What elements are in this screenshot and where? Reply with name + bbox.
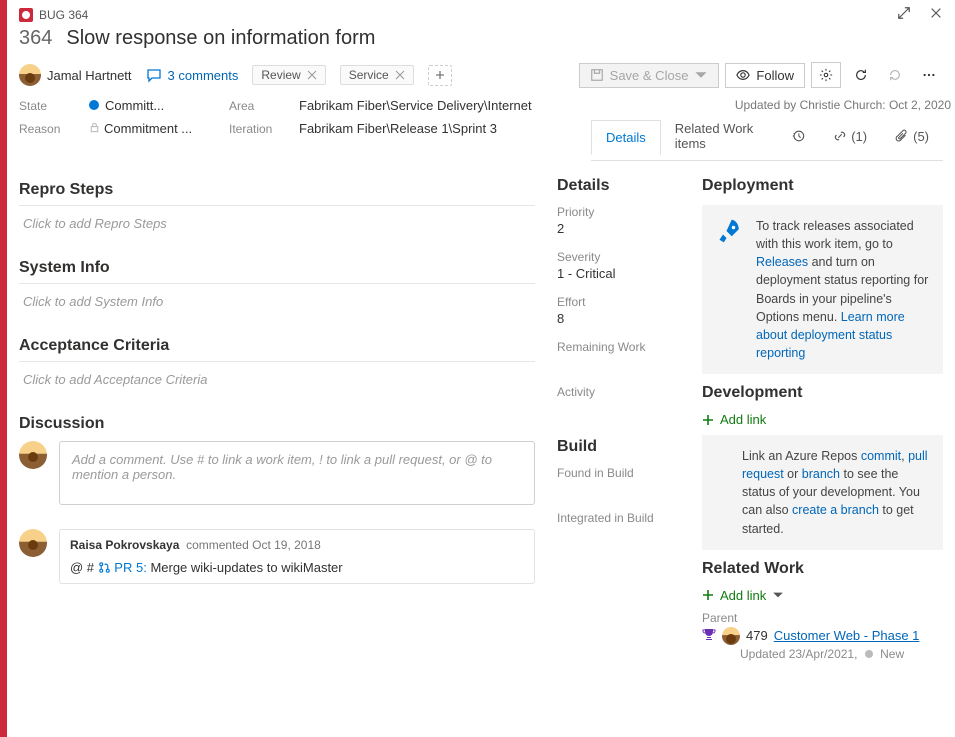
- comment-body: @ # PR 5: Merge wiki-updates to wikiMast…: [70, 560, 524, 575]
- add-related-link[interactable]: Add link: [702, 588, 943, 603]
- repro-heading: Repro Steps: [19, 181, 535, 199]
- found-build-label: Found in Build: [557, 466, 698, 480]
- priority-value[interactable]: 2: [557, 219, 698, 240]
- development-hint: Link an Azure Repos commit, pull request…: [702, 435, 943, 550]
- comment-author: Raisa Pokrovskaya: [70, 538, 179, 552]
- work-item-title[interactable]: Slow response on information form: [66, 27, 375, 50]
- bug-icon: [19, 8, 33, 22]
- tag-service[interactable]: Service: [340, 65, 414, 85]
- effort-value[interactable]: 8: [557, 309, 698, 330]
- effort-label: Effort: [557, 295, 698, 309]
- state-dot-icon: [865, 650, 873, 658]
- sysinfo-heading: System Info: [19, 259, 535, 277]
- area-label: Area: [229, 99, 289, 113]
- details-heading: Details: [557, 177, 698, 195]
- trophy-icon: [702, 627, 716, 644]
- refresh-button[interactable]: [847, 63, 875, 87]
- close-icon[interactable]: [929, 6, 943, 23]
- save-close-button[interactable]: Save & Close: [579, 63, 720, 88]
- undo-button[interactable]: [881, 63, 909, 87]
- parent-state: New: [880, 647, 904, 661]
- tab-details[interactable]: Details: [591, 120, 661, 155]
- pr-chip[interactable]: PR 5:: [98, 560, 151, 575]
- avatar: [19, 529, 47, 557]
- remaining-label: Remaining Work: [557, 340, 698, 354]
- branch-link[interactable]: branch: [802, 467, 840, 481]
- activity-label: Activity: [557, 385, 698, 399]
- more-actions-button[interactable]: [915, 63, 943, 87]
- discussion-heading: Discussion: [19, 415, 535, 433]
- integrated-build-label: Integrated in Build: [557, 511, 698, 525]
- iteration-label: Iteration: [229, 122, 289, 136]
- state-value[interactable]: Committ...: [89, 98, 219, 113]
- severity-value[interactable]: 1 - Critical: [557, 264, 698, 285]
- parent-id: 479: [746, 628, 768, 643]
- tab-history[interactable]: [777, 120, 819, 153]
- related-work-heading: Related Work: [702, 560, 943, 578]
- parent-updated: Updated 23/Apr/2021,: [740, 647, 857, 661]
- deployment-heading: Deployment: [702, 177, 943, 195]
- commit-link[interactable]: commit: [861, 449, 901, 463]
- bug-label: BUG 364: [39, 8, 88, 22]
- create-branch-link[interactable]: create a branch: [792, 503, 879, 517]
- area-value[interactable]: Fabrikam Fiber\Service Delivery\Internet: [299, 98, 579, 113]
- parent-link[interactable]: Customer Web - Phase 1: [774, 628, 920, 643]
- priority-label: Priority: [557, 205, 698, 219]
- state-dot-icon: [89, 100, 99, 110]
- tag-review[interactable]: Review: [252, 65, 325, 85]
- open-full-icon[interactable]: [897, 6, 911, 23]
- state-label: State: [19, 99, 79, 113]
- tab-related[interactable]: Related Work items: [661, 112, 777, 160]
- tab-attachments[interactable]: (5): [881, 120, 943, 153]
- comment-date: commented Oct 19, 2018: [186, 538, 321, 552]
- iteration-value[interactable]: Fabrikam Fiber\Release 1\Sprint 3: [299, 121, 579, 136]
- severity-label: Severity: [557, 250, 698, 264]
- work-item-id: 364: [19, 27, 52, 50]
- acceptance-heading: Acceptance Criteria: [19, 337, 535, 355]
- chevron-down-icon: [772, 589, 784, 601]
- follow-button[interactable]: Follow: [725, 63, 805, 88]
- comment-input[interactable]: Add a comment. Use # to link a work item…: [59, 441, 535, 505]
- reason-value[interactable]: Commitment ...: [89, 121, 219, 136]
- avatar: [19, 64, 41, 86]
- comment-card: Raisa Pokrovskaya commented Oct 19, 2018…: [59, 529, 535, 584]
- acceptance-placeholder[interactable]: Click to add Acceptance Criteria: [19, 368, 535, 401]
- parent-label: Parent: [702, 611, 943, 625]
- rocket-icon: [716, 217, 744, 245]
- assignee[interactable]: Jamal Hartnett: [19, 64, 132, 86]
- sysinfo-placeholder[interactable]: Click to add System Info: [19, 290, 535, 323]
- add-dev-link[interactable]: Add link: [702, 412, 943, 427]
- avatar: [722, 627, 740, 645]
- add-tag-button[interactable]: [428, 65, 452, 86]
- avatar: [19, 441, 47, 469]
- repro-placeholder[interactable]: Click to add Repro Steps: [19, 212, 535, 245]
- updated-text: Updated by Christie Church: Oct 2, 2020: [591, 98, 955, 112]
- lock-icon: [89, 122, 100, 133]
- tab-links[interactable]: (1): [819, 120, 881, 153]
- build-heading: Build: [557, 438, 698, 456]
- reason-label: Reason: [19, 122, 79, 136]
- deployment-hint: To track releases associated with this w…: [702, 205, 943, 374]
- releases-link[interactable]: Releases: [756, 255, 808, 269]
- settings-button[interactable]: [811, 62, 841, 88]
- comments-link[interactable]: 3 comments: [146, 67, 239, 83]
- development-heading: Development: [702, 384, 943, 402]
